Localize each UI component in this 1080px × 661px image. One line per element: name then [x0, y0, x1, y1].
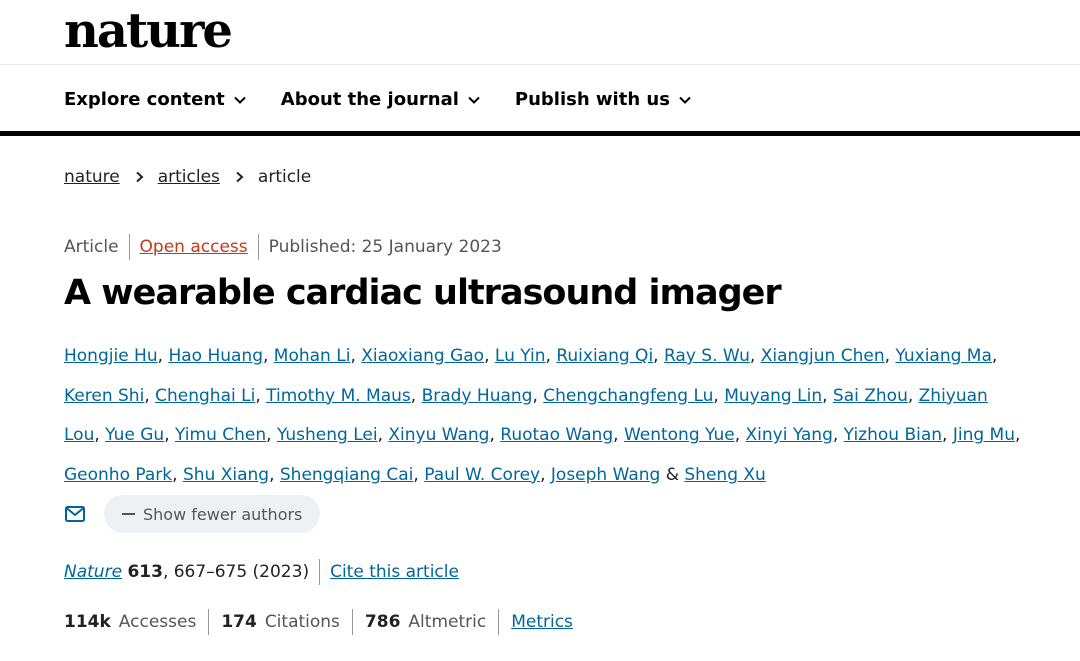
author-link[interactable]: Muyang Lin	[724, 386, 822, 406]
citations-count: 174	[221, 612, 257, 632]
author-link[interactable]: Geonho Park	[64, 465, 172, 485]
author-link[interactable]: Lu Yin	[495, 346, 546, 366]
nav-about-journal[interactable]: About the journal	[281, 84, 481, 116]
nav-label: Publish with us	[514, 89, 670, 110]
chevron-down-icon	[234, 96, 246, 104]
author-link[interactable]: Sheng Xu	[684, 465, 765, 485]
author-link[interactable]: Xiangjun Chen	[761, 346, 885, 366]
pages-year: , 667–675 (2023)	[162, 562, 310, 582]
altmetric-score: 786	[364, 612, 401, 632]
author-link[interactable]: Paul W. Corey	[424, 465, 540, 485]
author-link[interactable]: Shu Xiang	[183, 465, 269, 485]
author-link[interactable]: Sai Zhou	[833, 386, 908, 406]
breadcrumb-current: article	[257, 167, 312, 187]
accesses-label: Accesses	[118, 612, 197, 632]
show-fewer-label: Show fewer authors	[143, 504, 303, 524]
author-link[interactable]: Keren Shi	[64, 386, 144, 406]
author-link[interactable]: Xinyi Yang	[746, 425, 833, 445]
author-link[interactable]: Ruixiang Qi	[556, 346, 653, 366]
author-link[interactable]: Ruotao Wang	[500, 425, 613, 445]
show-fewer-authors-button[interactable]: Show fewer authors	[104, 495, 321, 533]
author-link[interactable]: Shengqiang Cai	[280, 465, 414, 485]
volume: 613	[127, 562, 163, 582]
author-link[interactable]: Yizhou Bian	[844, 425, 942, 445]
divider	[319, 559, 321, 585]
author-link[interactable]: Joseph Wang	[551, 465, 660, 485]
chevron-down-icon	[468, 96, 480, 104]
main-nav: Explore content About the journal Publis…	[64, 84, 692, 116]
accesses-count: 114k	[64, 612, 111, 632]
article-metrics: 114k Accesses 174 Citations 786 Altmetri…	[64, 609, 573, 635]
published-date: Published: 25 January 2023	[268, 237, 502, 257]
open-access-link[interactable]: Open access	[140, 234, 248, 260]
journal-name: Nature	[64, 562, 123, 582]
author-list: Hongjie Hu, Hao Huang, Mohan Li, Xiaoxia…	[64, 346, 1021, 485]
author-link[interactable]: Mohan Li	[274, 346, 351, 366]
breadcrumb: nature articles article	[64, 164, 311, 190]
journal-link[interactable]: Nature	[64, 559, 122, 585]
author-link[interactable]: Hao Huang	[168, 346, 263, 366]
nav-label: Explore content	[64, 89, 225, 110]
nav-rule	[0, 131, 1080, 136]
author-link[interactable]: Chenghai Li	[155, 386, 255, 406]
article-meta: Article Open access Published: 25 Januar…	[64, 234, 502, 260]
minus-icon	[122, 513, 135, 515]
envelope-icon[interactable]	[64, 505, 86, 523]
chevron-right-icon	[236, 171, 244, 183]
divider	[498, 609, 500, 635]
author-link[interactable]: Xiaoxiang Gao	[361, 346, 484, 366]
author-link[interactable]: Yusheng Lei	[277, 425, 378, 445]
nav-publish-with-us[interactable]: Publish with us	[515, 84, 692, 116]
nature-logo[interactable]: nature	[64, 0, 233, 62]
author-link[interactable]: Hongjie Hu	[64, 346, 158, 366]
breadcrumb-articles[interactable]: articles	[158, 164, 220, 190]
nav-label: About the journal	[280, 89, 459, 110]
header-divider	[0, 64, 1080, 65]
author-link[interactable]: Ray S. Wu	[664, 346, 750, 366]
divider	[128, 234, 130, 260]
citation-line: Nature 613 , 667–675 (2023) Cite this ar…	[64, 559, 459, 585]
divider	[351, 609, 353, 635]
author-link[interactable]: Yuxiang Ma	[895, 346, 991, 366]
article-type: Article	[64, 237, 119, 257]
author-link[interactable]: Chengchangfeng Lu	[543, 386, 713, 406]
divider	[257, 234, 259, 260]
author-link[interactable]: Yimu Chen	[175, 425, 266, 445]
author-link[interactable]: Yue Gu	[105, 425, 164, 445]
cite-this-article-link[interactable]: Cite this article	[330, 559, 459, 585]
author-link[interactable]: Xinyu Wang	[388, 425, 489, 445]
author-link[interactable]: Brady Huang	[422, 386, 533, 406]
author-link[interactable]: Wentong Yue	[624, 425, 735, 445]
article-title: A wearable cardiac ultrasound imager	[64, 273, 782, 313]
nav-explore-content[interactable]: Explore content	[64, 84, 247, 116]
breadcrumb-nature[interactable]: nature	[64, 164, 120, 190]
citations-label: Citations	[264, 612, 340, 632]
divider	[208, 609, 210, 635]
metrics-link[interactable]: Metrics	[511, 609, 573, 635]
chevron-down-icon	[679, 96, 691, 104]
author-actions: Show fewer authors	[64, 495, 321, 533]
altmetric-label: Altmetric	[408, 612, 487, 632]
author-link[interactable]: Timothy M. Maus	[266, 386, 411, 406]
author-link[interactable]: Jing Mu	[953, 425, 1015, 445]
chevron-right-icon	[136, 171, 144, 183]
